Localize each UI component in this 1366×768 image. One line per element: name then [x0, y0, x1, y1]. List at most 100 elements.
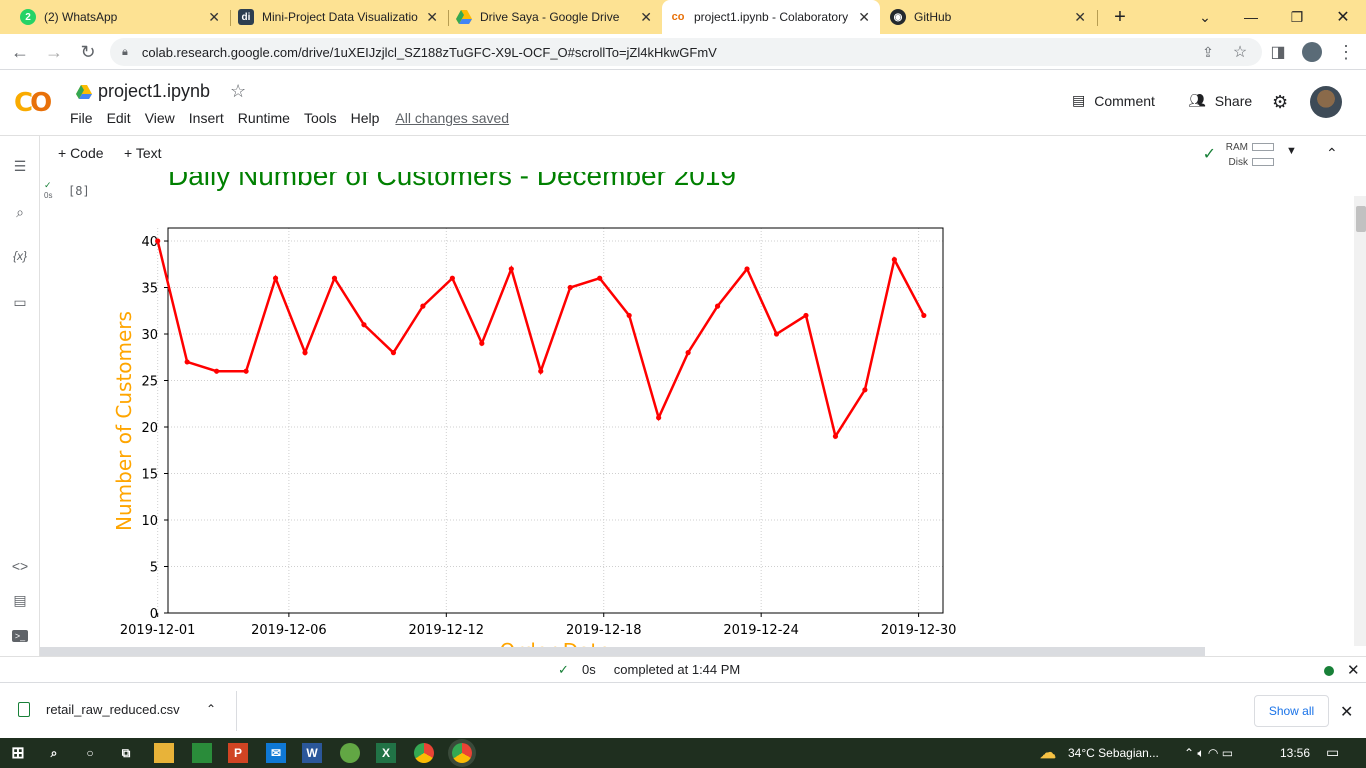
data-point	[214, 368, 220, 374]
menu-help[interactable]: Help	[351, 110, 380, 126]
app-icon[interactable]	[340, 743, 360, 763]
cortana-icon[interactable]: ○	[80, 743, 100, 763]
excel-icon[interactable]: X	[376, 743, 396, 763]
chrome-active-icon[interactable]	[452, 743, 472, 763]
x-tick-label: 2019-12-12	[409, 623, 485, 638]
comment-label: Comment	[1094, 92, 1155, 109]
bookmark-star-icon[interactable]: ☆	[1228, 40, 1252, 64]
address-bar[interactable]: 🔒︎ colab.research.google.com/drive/1uXEI…	[110, 38, 1262, 66]
close-tab-icon[interactable]: ✕	[1074, 9, 1086, 26]
menu-tools[interactable]: Tools	[304, 110, 337, 126]
vertical-scrollbar[interactable]	[1354, 196, 1366, 646]
add-text-button[interactable]: + Text	[124, 145, 162, 161]
data-point	[479, 340, 485, 346]
dropdown-caret-icon[interactable]: ▼	[1286, 145, 1297, 157]
status-bar: ✓ 0s completed at 1:44 PM ✕	[0, 656, 1366, 682]
close-tab-icon[interactable]: ✕	[208, 9, 220, 26]
powerpoint-icon[interactable]: P	[228, 743, 248, 763]
table-of-contents-icon[interactable]: ☰	[10, 156, 30, 176]
close-window-button[interactable]: ✕	[1320, 0, 1366, 34]
y-tick-label: 20	[141, 421, 158, 436]
tab-google-drive[interactable]: Drive Saya - Google Drive ✕	[448, 0, 662, 34]
browser-menu-icon[interactable]: ⋮	[1334, 40, 1358, 64]
data-point	[243, 368, 249, 374]
share-page-icon[interactable]: ⇪	[1196, 40, 1220, 64]
resources-indicator[interactable]: RAM Disk	[1226, 140, 1274, 170]
scrollbar-thumb[interactable]	[1356, 206, 1366, 232]
browser-tab-strip: 2 (2) WhatsApp ✕ di Mini-Project Data Vi…	[0, 0, 1366, 34]
menu-view[interactable]: View	[145, 110, 175, 126]
chevron-up-icon[interactable]: ⌃	[1326, 145, 1338, 162]
connected-indicator[interactable]	[1324, 666, 1334, 676]
tab-github[interactable]: ◉ GitHub ✕	[882, 0, 1096, 34]
notebook-content: 0 5 10 15 20 25 30 35 40 2019-12-01 2019-12-06 201…	[40, 172, 1354, 647]
data-point	[361, 322, 367, 328]
file-explorer-icon[interactable]	[154, 743, 174, 763]
notifications-icon[interactable]: ▭	[1326, 744, 1339, 761]
minimize-button[interactable]: —	[1228, 0, 1274, 34]
weather-text[interactable]: 34°C Sebagian...	[1068, 746, 1159, 760]
windows-start-icon[interactable]: ⊞	[8, 743, 28, 763]
avatar[interactable]	[1310, 86, 1342, 118]
y-ticks: 0 5 10 15 20 25 30 35 40	[141, 235, 168, 622]
menu-runtime[interactable]: Runtime	[238, 110, 290, 126]
chrome-icon[interactable]	[414, 743, 434, 763]
data-point	[508, 266, 514, 272]
tray-icons[interactable]: ⌃ 🔈︎ ◠ ▭	[1184, 746, 1233, 761]
task-view-icon[interactable]: ⧉	[116, 743, 136, 763]
menu-insert[interactable]: Insert	[189, 110, 224, 126]
horizontal-scrollbar[interactable]	[40, 647, 1205, 656]
star-icon[interactable]: ☆	[230, 81, 246, 102]
code-snippets-icon[interactable]: <>	[10, 556, 30, 576]
close-icon[interactable]: ✕	[1347, 661, 1360, 679]
add-code-button[interactable]: + Code	[58, 145, 104, 161]
save-status[interactable]: All changes saved	[395, 110, 509, 126]
grid	[157, 228, 943, 614]
tab-dicoding[interactable]: di Mini-Project Data Visualizatio ✕	[230, 0, 448, 34]
close-tab-icon[interactable]: ✕	[640, 9, 652, 26]
word-icon[interactable]: W	[302, 743, 322, 763]
notebook-title[interactable]: project1.ipynb	[76, 81, 210, 102]
search-icon[interactable]: ⌕	[44, 743, 64, 763]
data-point	[420, 303, 426, 309]
folder-icon[interactable]: ▭	[10, 292, 30, 312]
forward-arrow-icon[interactable]: →	[42, 40, 66, 64]
share-button[interactable]: 👥︎ Share	[1188, 92, 1252, 109]
clock[interactable]: 13:56	[1280, 746, 1310, 760]
show-all-button[interactable]: Show all	[1254, 695, 1329, 727]
close-tab-icon[interactable]: ✕	[426, 9, 438, 26]
browser-toolbar: ← → ↻ 🔒︎ colab.research.google.com/drive…	[0, 34, 1366, 70]
menu-edit[interactable]: Edit	[107, 110, 131, 126]
windows-taskbar: ⊞ ⌕ ○ ⧉ P ✉ W X ☁ 34°C Sebagian... ⌃ 🔈︎ …	[0, 738, 1366, 768]
back-arrow-icon[interactable]: ←	[8, 40, 32, 64]
close-icon[interactable]: ✕	[1340, 702, 1353, 722]
chevron-up-icon[interactable]: ⌃	[206, 702, 216, 716]
command-palette-icon[interactable]: ▤	[10, 590, 30, 610]
menu-file[interactable]: File	[70, 110, 93, 126]
tab-whatsapp[interactable]: 2 (2) WhatsApp ✕	[12, 0, 230, 34]
gear-icon[interactable]: ⚙	[1272, 92, 1288, 113]
check-icon: ✓	[1202, 146, 1216, 163]
reload-icon[interactable]: ↻	[76, 40, 100, 64]
mail-icon[interactable]: ✉	[266, 743, 286, 763]
tab-search-icon[interactable]: ⌄	[1182, 0, 1228, 34]
status-text: 0s completed at 1:44 PM	[582, 662, 741, 677]
side-panel-icon[interactable]: ◨	[1266, 40, 1290, 64]
download-item[interactable]: retail_raw_reduced.csv	[18, 702, 180, 717]
store-icon[interactable]	[192, 743, 212, 763]
restore-button[interactable]: ❐	[1274, 0, 1320, 34]
plot-frame	[167, 227, 944, 614]
variables-icon[interactable]: {x}	[10, 246, 30, 266]
terminal-icon[interactable]: >_	[10, 626, 30, 646]
profile-avatar-icon[interactable]	[1300, 40, 1324, 64]
data-point	[331, 275, 338, 281]
colab-logo[interactable]: CO	[14, 88, 52, 118]
comment-button[interactable]: ▤ Comment	[1072, 92, 1155, 109]
new-tab-button[interactable]: +	[1097, 0, 1143, 34]
left-rail: ☰ ⌕ {x} ▭ <> ▤ >_	[0, 136, 40, 656]
tab-colab[interactable]: co project1.ipynb - Colaboratory ✕	[662, 0, 880, 34]
close-tab-icon[interactable]: ✕	[858, 9, 870, 26]
data-point	[626, 312, 632, 319]
search-icon[interactable]: ⌕	[10, 202, 30, 222]
weather-icon[interactable]: ☁	[1038, 743, 1058, 763]
